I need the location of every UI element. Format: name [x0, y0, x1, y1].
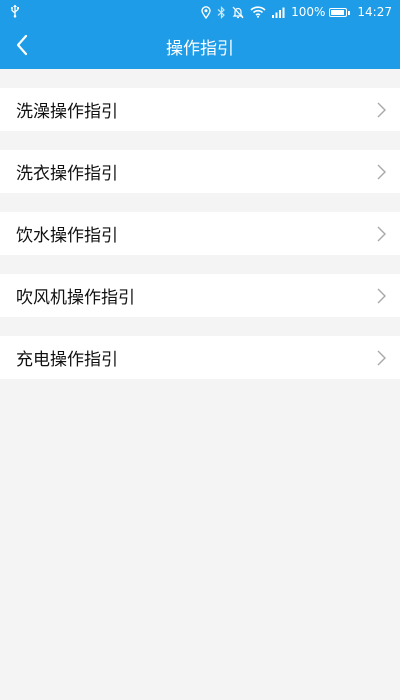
- back-button[interactable]: [8, 24, 36, 69]
- list-item[interactable]: 洗澡操作指引: [0, 88, 400, 131]
- status-right: 100% 14:27: [201, 5, 392, 19]
- battery-icon: [329, 7, 351, 17]
- mute-icon: [232, 6, 244, 19]
- chevron-right-icon: [377, 350, 386, 366]
- signal-icon: [272, 7, 285, 18]
- chevron-right-icon: [377, 226, 386, 242]
- location-icon: [201, 5, 211, 19]
- status-left: [10, 4, 20, 21]
- page-title: 操作指引: [166, 39, 234, 59]
- list-item[interactable]: 饮水操作指引: [0, 212, 400, 255]
- chevron-right-icon: [377, 164, 386, 180]
- chevron-right-icon: [377, 288, 386, 304]
- guide-list: 洗澡操作指引 洗衣操作指引 饮水操作指引 吹风机操作指引 充电操作指引: [0, 88, 400, 398]
- bluetooth-icon: [217, 5, 226, 19]
- battery-percent: 100%: [291, 5, 326, 19]
- chevron-right-icon: [377, 102, 386, 118]
- list-item-label: 洗衣操作指引: [16, 164, 118, 184]
- battery-fill: [331, 9, 345, 15]
- app-bar: 操作指引: [0, 24, 400, 69]
- wifi-icon: [250, 6, 266, 18]
- clock-time: 14:27: [357, 5, 392, 19]
- list-item-label: 充电操作指引: [16, 350, 118, 370]
- battery-indicator: 100%: [291, 5, 351, 19]
- list-item[interactable]: 充电操作指引: [0, 336, 400, 379]
- usb-icon: [10, 4, 20, 21]
- list-item-label: 吹风机操作指引: [16, 288, 135, 308]
- list-item[interactable]: 洗衣操作指引: [0, 150, 400, 193]
- chevron-left-icon: [15, 34, 29, 60]
- list-item[interactable]: 吹风机操作指引: [0, 274, 400, 317]
- list-item-label: 饮水操作指引: [16, 226, 118, 246]
- status-bar: 100% 14:27: [0, 0, 400, 24]
- list-item-label: 洗澡操作指引: [16, 102, 118, 122]
